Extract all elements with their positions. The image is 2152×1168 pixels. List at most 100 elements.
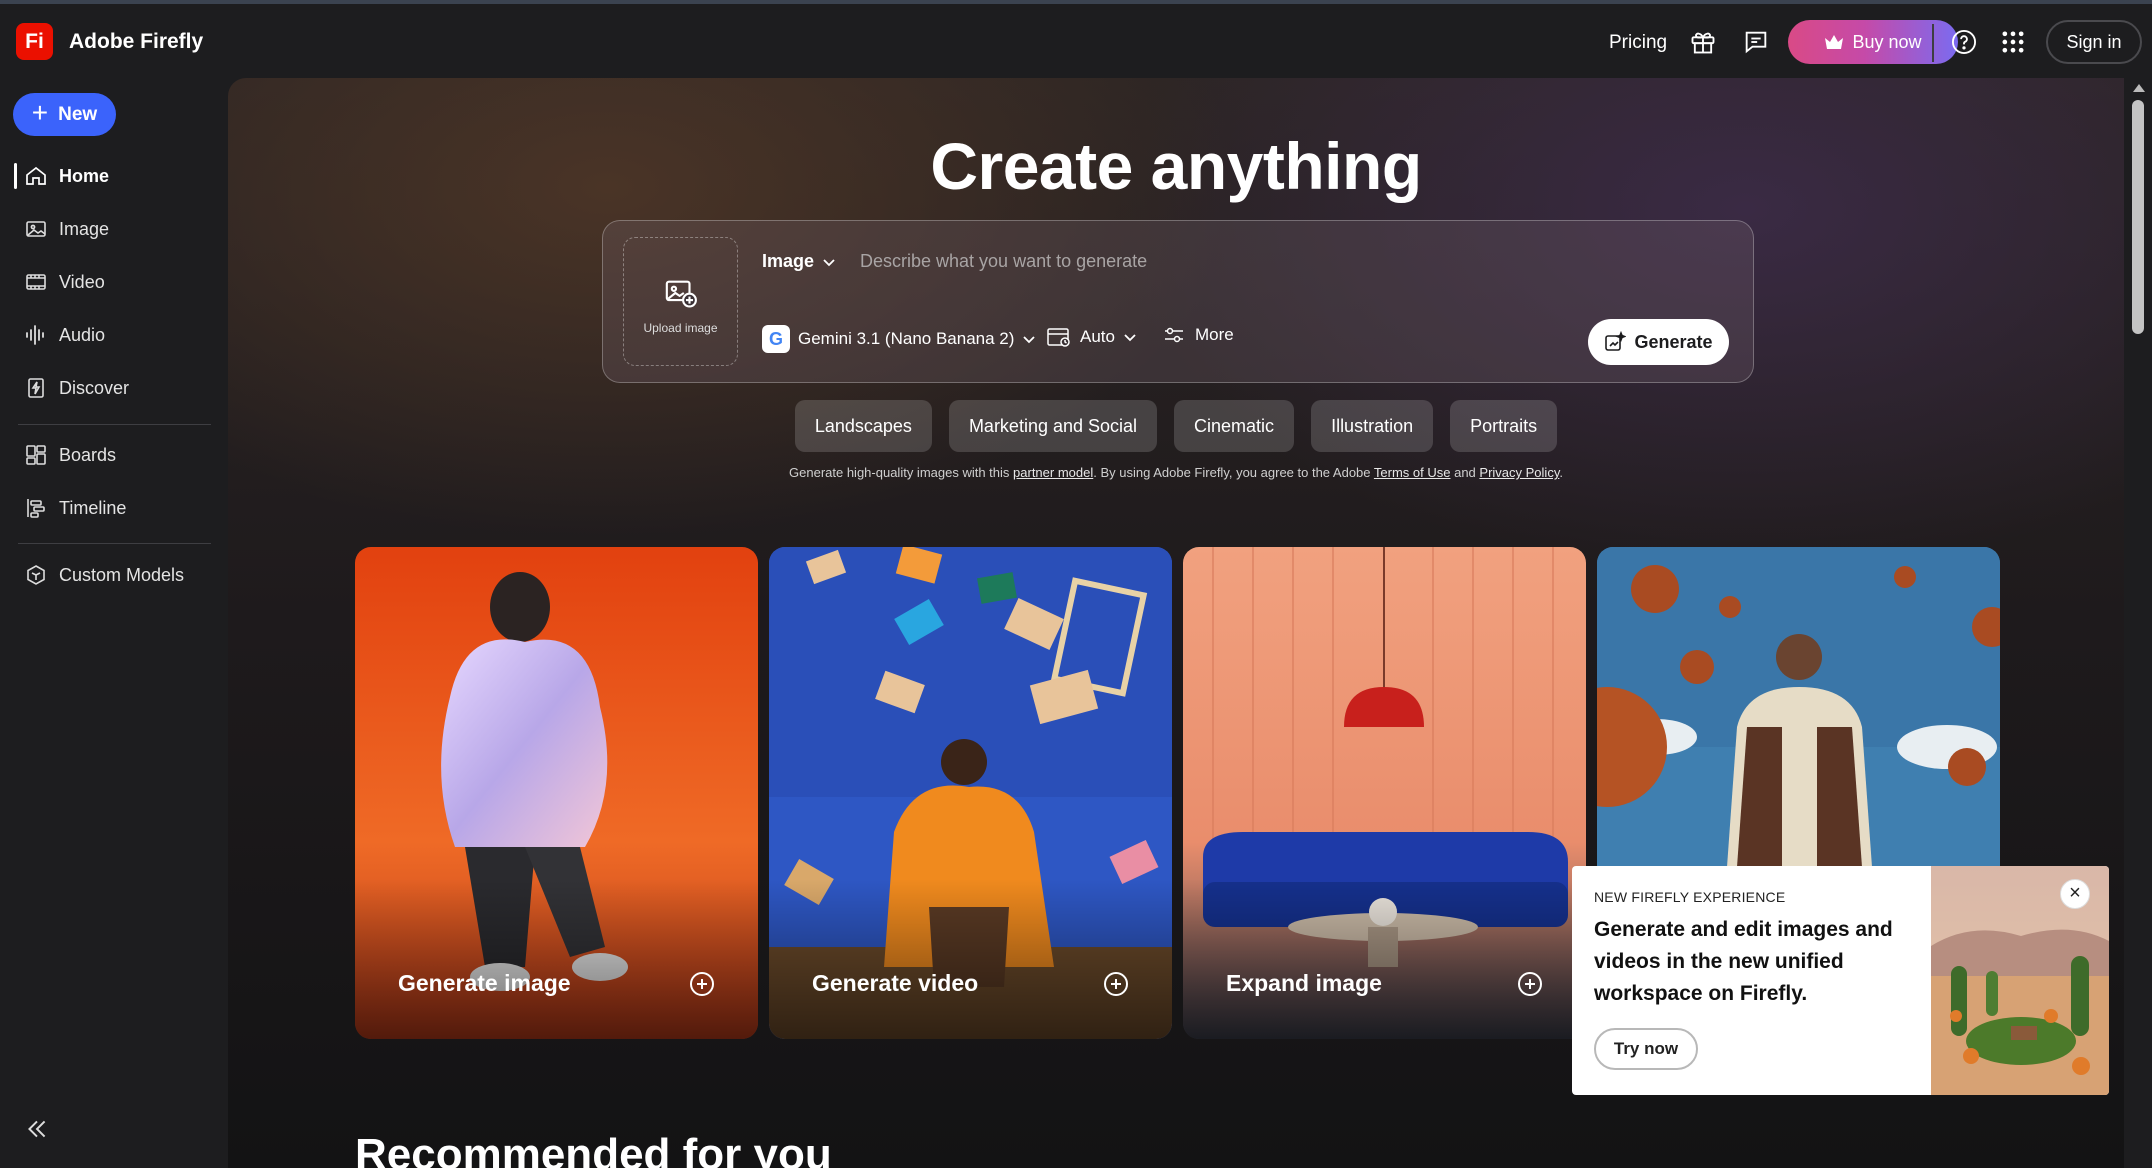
- gift-icon[interactable]: [1689, 28, 1717, 56]
- buy-now-label: Buy now: [1852, 31, 1922, 52]
- divider: [1932, 24, 1934, 62]
- legal-text: and: [1450, 465, 1480, 480]
- google-icon: G: [762, 325, 790, 353]
- pricing-link[interactable]: Pricing: [1609, 32, 1667, 54]
- prompt-box: Upload image Image Describe what you wan…: [602, 220, 1754, 383]
- custom-models-icon: [27, 565, 45, 585]
- mode-dropdown[interactable]: Image: [762, 251, 836, 272]
- legal-text: Generate high-quality images with this: [789, 465, 1014, 480]
- sidebar-item-label: Audio: [59, 324, 106, 345]
- add-circle-icon[interactable]: [1517, 971, 1543, 997]
- app-name[interactable]: Adobe Firefly: [69, 30, 203, 54]
- generate-image-card[interactable]: Generate image: [355, 547, 758, 1039]
- add-circle-icon[interactable]: [689, 971, 715, 997]
- upload-image-button[interactable]: Upload image: [623, 237, 738, 366]
- hero-title: Create anything: [930, 129, 1422, 203]
- new-button[interactable]: + New: [13, 93, 116, 136]
- upload-image-label: Upload image: [643, 321, 718, 335]
- chip-illustration[interactable]: Illustration: [1311, 400, 1434, 452]
- terms-of-use-link[interactable]: Terms of Use: [1374, 465, 1451, 480]
- help-icon[interactable]: [1950, 28, 1978, 56]
- expand-image-card[interactable]: Expand image: [1183, 547, 1586, 1039]
- timeline-icon: [27, 499, 45, 518]
- chip-marketing-social[interactable]: Marketing and Social: [948, 400, 1158, 452]
- upload-image-icon: [665, 280, 697, 308]
- sliders-icon: [1165, 327, 1183, 343]
- partner-model-link[interactable]: partner model: [1013, 465, 1093, 480]
- sidebar-item-label: Discover: [59, 377, 130, 398]
- crown-icon: [1825, 35, 1844, 49]
- legal-notice: Generate high-quality images with this p…: [228, 465, 2124, 480]
- promo-kicker: NEW FIREFLY EXPERIENCE: [1594, 889, 1786, 905]
- chip-portraits[interactable]: Portraits: [1450, 400, 1558, 452]
- more-settings-button[interactable]: More: [1163, 325, 1234, 345]
- plus-icon: +: [31, 97, 49, 128]
- aspect-ratio-icon: [1047, 328, 1070, 347]
- card-label: Generate video: [812, 970, 979, 996]
- sidebar-item-audio[interactable]: Audio: [14, 313, 214, 357]
- sign-in-button[interactable]: Sign in: [2046, 20, 2142, 64]
- card-shade: [1183, 879, 1586, 1039]
- legal-text: . By using Adobe Firefly, you agree to t…: [1093, 465, 1374, 480]
- card-shade: [769, 879, 1172, 1039]
- card-label: Expand image: [1226, 970, 1382, 996]
- feedback-icon[interactable]: [1742, 28, 1770, 56]
- audio-icon: [26, 325, 44, 345]
- home-icon: [26, 166, 46, 185]
- chip-cinematic[interactable]: Cinematic: [1174, 400, 1295, 452]
- aspect-ratio-dropdown[interactable]: Auto: [1046, 325, 1137, 349]
- sidebar-item-discover[interactable]: Discover: [14, 366, 214, 410]
- discover-icon: [28, 378, 44, 398]
- chevron-down-icon: [1124, 334, 1136, 342]
- try-now-button[interactable]: Try now: [1594, 1028, 1698, 1070]
- privacy-policy-link[interactable]: Privacy Policy: [1479, 465, 1559, 480]
- sidebar: + New Home Image Video Audio Discover Bo…: [0, 76, 228, 1168]
- sidebar-item-timeline[interactable]: Timeline: [14, 486, 214, 530]
- mode-label: Image: [762, 251, 815, 271]
- generate-label: Generate: [1634, 331, 1713, 352]
- prompt-input[interactable]: Describe what you want to generate: [860, 251, 1147, 272]
- chevron-down-icon: [823, 258, 835, 266]
- sidebar-item-home[interactable]: Home: [14, 154, 214, 198]
- sidebar-item-video[interactable]: Video: [14, 260, 214, 304]
- close-popup-button[interactable]: ×: [2060, 879, 2090, 909]
- promo-popup: NEW FIREFLY EXPERIENCE Generate and edit…: [1572, 866, 2109, 1095]
- chevron-down-icon: [1023, 336, 1036, 344]
- apps-grid-icon[interactable]: [1999, 28, 2027, 56]
- generate-icon: [1605, 331, 1627, 351]
- sidebar-divider: [18, 543, 211, 544]
- sidebar-item-label: Timeline: [59, 497, 127, 518]
- sidebar-item-label: Boards: [59, 444, 117, 465]
- card-label: Generate image: [398, 970, 571, 996]
- sidebar-item-label: Video: [59, 271, 105, 292]
- generate-button[interactable]: Generate: [1588, 319, 1729, 365]
- sidebar-item-label: Image: [59, 218, 110, 239]
- model-dropdown[interactable]: G Gemini 3.1 (Nano Banana 2): [762, 325, 1036, 353]
- generate-video-card[interactable]: Generate video: [769, 547, 1172, 1039]
- sidebar-divider: [18, 424, 211, 425]
- sidebar-item-custom-models[interactable]: Custom Models: [14, 553, 214, 597]
- scroll-thumb[interactable]: [2132, 100, 2144, 334]
- more-label: More: [1195, 325, 1234, 344]
- sidebar-item-image[interactable]: Image: [14, 207, 214, 251]
- sidebar-item-boards[interactable]: Boards: [14, 433, 214, 477]
- legal-text: .: [1559, 465, 1563, 480]
- image-icon: [26, 221, 46, 237]
- chip-landscapes[interactable]: Landscapes: [794, 400, 932, 452]
- style-chips: Landscapes Marketing and Social Cinemati…: [228, 400, 2124, 452]
- model-label: Gemini 3.1 (Nano Banana 2): [798, 329, 1015, 348]
- firefly-logo[interactable]: Fi: [16, 23, 53, 60]
- recommended-title: Recommended for you: [355, 1130, 832, 1168]
- close-icon: ×: [2069, 882, 2081, 904]
- card-shade: [355, 879, 758, 1039]
- scroll-up-arrow[interactable]: [2133, 84, 2145, 92]
- collapse-sidebar-icon[interactable]: [24, 1116, 50, 1142]
- top-bar: Fi Adobe Firefly Pricing Buy now Sign in: [0, 4, 2152, 76]
- scrollbar[interactable]: [2124, 78, 2152, 1168]
- boards-icon: [26, 445, 46, 465]
- new-button-label: New: [58, 103, 98, 125]
- video-icon: [26, 274, 46, 290]
- aspect-ratio-label: Auto: [1080, 327, 1115, 346]
- promo-headline: Generate and edit images and videos in t…: [1594, 918, 1893, 1005]
- add-circle-icon[interactable]: [1103, 971, 1129, 997]
